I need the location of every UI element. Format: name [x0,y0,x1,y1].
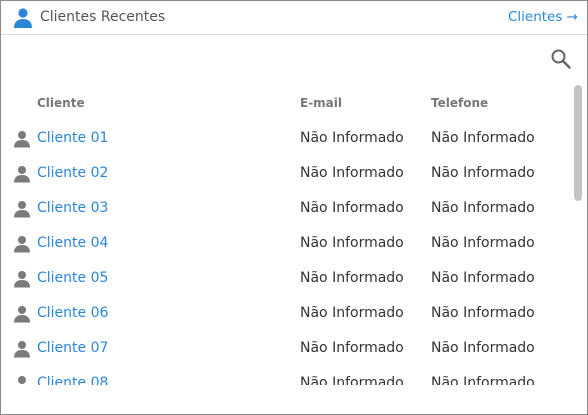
client-name-link[interactable]: Cliente 03 [37,200,108,216]
user-icon [13,235,31,253]
user-icon [13,375,31,385]
client-name-link[interactable]: Cliente 06 [37,305,108,321]
table-row: Cliente 05 Não Informado Não Informado [1,260,569,295]
client-email: Não Informado [300,340,404,356]
user-icon [12,7,34,29]
client-name-link[interactable]: Cliente 07 [37,340,108,356]
column-header-email: E-mail [300,96,343,110]
table-row: Cliente 02 Não Informado Não Informado [1,155,569,190]
scrollbar-thumb[interactable] [574,85,582,201]
client-email: Não Informado [300,375,404,385]
column-header-telefone: Telefone [431,96,489,110]
client-email: Não Informado [300,200,404,216]
clients-table: Cliente E-mail Telefone Cliente 01 Não I… [1,89,569,385]
table-row: Cliente 07 Não Informado Não Informado [1,330,569,365]
client-name-link[interactable]: Cliente 01 [37,130,108,146]
client-phone: Não Informado [431,235,535,251]
panel-header: Clientes Recentes Clientes → [1,1,587,35]
client-name-link[interactable]: Cliente 08 [37,375,108,385]
client-phone: Não Informado [431,200,535,216]
user-icon [13,305,31,323]
client-email: Não Informado [300,270,404,286]
panel-title: Clientes Recentes [40,9,166,25]
client-name-link[interactable]: Cliente 02 [37,165,108,181]
client-phone: Não Informado [431,130,535,146]
table-row: Cliente 08 Não Informado Não Informado [1,365,569,385]
client-phone: Não Informado [431,165,535,181]
client-phone: Não Informado [431,270,535,286]
client-phone: Não Informado [431,375,535,385]
client-name-link[interactable]: Cliente 05 [37,270,108,286]
table-row: Cliente 06 Não Informado Não Informado [1,295,569,330]
search-icon[interactable] [550,48,572,70]
client-name-link[interactable]: Cliente 04 [37,235,108,251]
client-phone: Não Informado [431,305,535,321]
client-email: Não Informado [300,235,404,251]
client-email: Não Informado [300,165,404,181]
column-header-cliente: Cliente [37,96,85,110]
user-icon [13,130,31,148]
client-email: Não Informado [300,305,404,321]
client-email: Não Informado [300,130,404,146]
user-icon [13,340,31,358]
table-row: Cliente 04 Não Informado Não Informado [1,225,569,260]
table-row: Cliente 01 Não Informado Não Informado [1,120,569,155]
recent-clients-panel: Clientes Recentes Clientes → Cliente E-m… [0,0,588,415]
user-icon [13,200,31,218]
user-icon [13,165,31,183]
user-icon [13,270,31,288]
table-row: Cliente 03 Não Informado Não Informado [1,190,569,225]
client-phone: Não Informado [431,340,535,356]
clients-link[interactable]: Clientes → [508,9,578,25]
